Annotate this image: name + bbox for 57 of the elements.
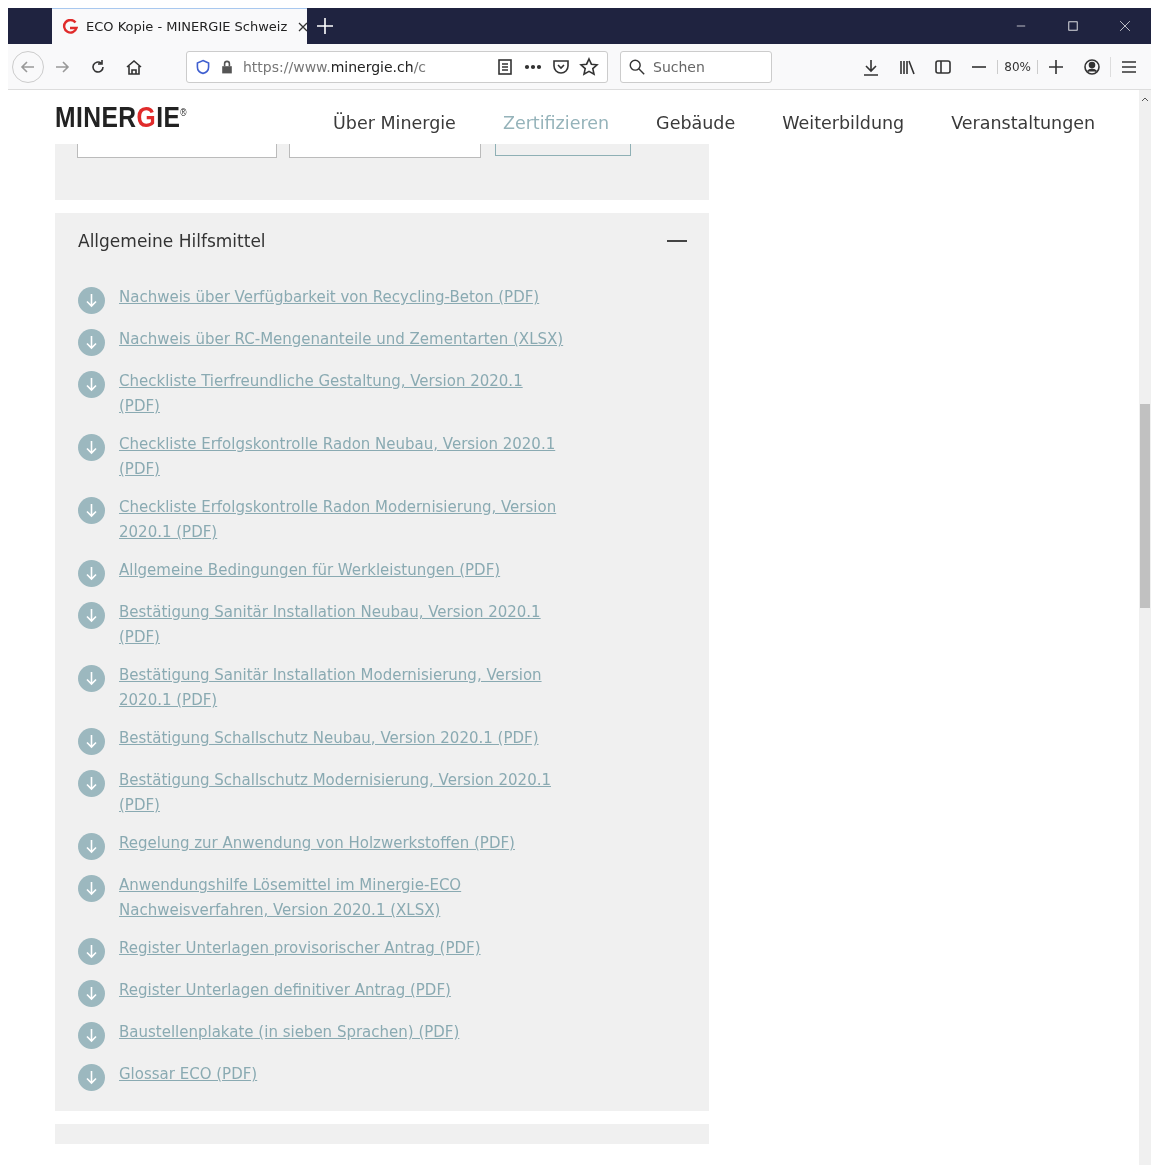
nav-link[interactable]: Veranstaltungen	[951, 113, 1096, 133]
download-icon	[78, 833, 105, 860]
download-link[interactable]: Baustellenplakate (in sieben Sprachen) (PDF)	[119, 1020, 564, 1045]
download-link[interactable]: Anwendungshilfe Lösemittel im Minergie-ECO Nachweisverfahren, Version 2020.1 (XLSX)	[119, 873, 564, 923]
close-icon[interactable]	[1118, 19, 1132, 33]
nav-link[interactable]: Gebäude	[656, 113, 736, 133]
search-icon[interactable]	[628, 57, 646, 76]
download-icon	[78, 329, 105, 356]
nav-link[interactable]: Weiterbildung	[782, 113, 905, 133]
account-icon[interactable]	[1082, 56, 1102, 77]
input-field[interactable]	[289, 144, 481, 158]
download-link[interactable]: Glossar ECO (PDF)	[119, 1062, 564, 1087]
download-icon	[78, 1022, 105, 1049]
download-icon	[78, 1064, 105, 1091]
lock-icon	[219, 58, 235, 75]
download-icon	[78, 434, 105, 461]
download-icon	[78, 728, 105, 755]
download-icon	[78, 560, 105, 587]
browser-tab[interactable]: ECO Kopie - MINERGIE Schweiz	[52, 8, 307, 44]
download-link[interactable]: Register Unterlagen provisorischer Antrag (PDF)	[119, 936, 564, 961]
download-link[interactable]: Checkliste Tierfreundliche Gestaltung, Version 2020.1 (PDF)	[119, 369, 564, 419]
logo-icon	[62, 18, 78, 35]
download-link[interactable]: Checkliste Erfolgskontrolle Radon Neubau, Version 2020.1 (PDF)	[119, 432, 564, 482]
download-icon	[78, 938, 105, 965]
maximize-icon[interactable]	[1066, 19, 1080, 33]
plus-icon[interactable]	[315, 16, 335, 36]
download-link[interactable]: Checkliste Erfolgskontrolle Radon Modernisierung, Version 2020.1 (PDF)	[119, 495, 564, 545]
download-icon	[78, 371, 105, 398]
download-link[interactable]: Bestätigung Sanitär Installation Neubau, Version 2020.1 (PDF)	[119, 600, 564, 650]
download-link[interactable]: Regelung zur Anwendung von Holzwerkstoffen (PDF)	[119, 831, 564, 856]
nav-link[interactable]: Zertifizieren	[502, 113, 610, 133]
star-icon[interactable]	[579, 56, 599, 77]
download-icon	[78, 665, 105, 692]
input-field[interactable]	[77, 144, 277, 158]
download-link[interactable]: Bestätigung Schallschutz Neubau, Version 2020.1 (PDF)	[119, 726, 564, 751]
download-link[interactable]: Nachweis über RC-Mengenanteile und Zementarten (XLSX)	[119, 327, 564, 352]
download-link[interactable]: Nachweis über Verfügbarkeit von Recycling-Beton (PDF)	[119, 285, 564, 310]
shield-icon	[195, 58, 211, 75]
address-bar[interactable]: https://www.minergie.ch/c	[186, 50, 608, 83]
download-link[interactable]: Register Unterlagen definitiver Antrag (PDF)	[119, 978, 564, 1003]
download-icon	[78, 770, 105, 797]
scrollbar-thumb[interactable]	[1140, 404, 1150, 608]
section-title[interactable]: Allgemeine Hilfsmittel	[78, 231, 266, 251]
download-icon	[78, 875, 105, 902]
download-link[interactable]: Bestätigung Schallschutz Modernisierung, Version 2020.1 (PDF)	[119, 768, 564, 818]
nav-link[interactable]: Über Minergie	[333, 113, 456, 133]
download-link[interactable]: Allgemeine Bedingungen für Werkleistungen (PDF)	[119, 558, 564, 583]
zoom-level[interactable]: 80%	[997, 59, 1038, 74]
url-text: https://www.minergie.ch/c	[243, 58, 428, 75]
reader-view-icon[interactable]	[495, 56, 515, 77]
download-icon	[78, 602, 105, 629]
download-icon	[78, 980, 105, 1007]
download-link[interactable]: Bestätigung Sanitär Installation Modernisierung, Version 2020.1 (PDF)	[119, 663, 564, 713]
collapse-icon[interactable]	[667, 239, 687, 243]
download-icon	[78, 287, 105, 314]
download-icon	[78, 497, 105, 524]
search-field[interactable]: Suchen	[620, 50, 772, 83]
